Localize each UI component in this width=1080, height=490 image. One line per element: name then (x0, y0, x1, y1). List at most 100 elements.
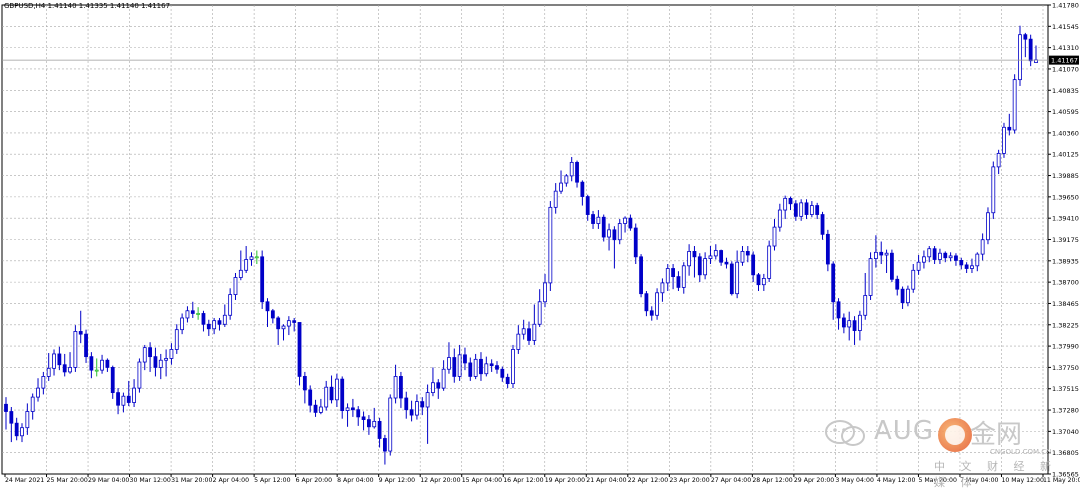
candle-body (196, 313, 201, 315)
candle-body (302, 376, 307, 391)
candle-body (463, 354, 467, 364)
candle-body (30, 396, 35, 412)
y-tick-label: 1.40125 (1052, 151, 1079, 159)
candle-body (201, 313, 206, 325)
candle-body (767, 245, 772, 279)
candle-body (73, 331, 78, 368)
candle-body (340, 378, 345, 411)
y-tick-label: 1.41780 (1052, 2, 1079, 10)
candle-body (14, 422, 19, 437)
candle-body (164, 358, 169, 361)
candle-body (484, 363, 489, 375)
candle-body (804, 202, 809, 215)
candle-body (692, 251, 697, 258)
candle-body (260, 256, 265, 303)
candle-body (639, 256, 643, 295)
x-tick-label: 8 Apr 04:00 (337, 477, 373, 484)
candle-body (174, 329, 179, 350)
candle-body (601, 216, 606, 238)
y-tick-label: 1.39650 (1052, 193, 1079, 201)
candle-body (943, 252, 948, 259)
candle-body (457, 354, 462, 377)
candle-body (361, 416, 366, 420)
candle-body (276, 317, 281, 330)
candle-body (895, 278, 900, 290)
candle-body (489, 363, 494, 367)
candle-body (863, 295, 868, 316)
candle-body (1002, 126, 1006, 154)
y-tick-label: 1.37990 (1052, 343, 1079, 351)
candle-body (815, 205, 820, 215)
candle-body (350, 407, 355, 411)
candle-body (249, 256, 254, 260)
candle-body (857, 314, 862, 331)
candle-body (916, 261, 921, 271)
candle-body (318, 406, 323, 413)
candle-body (126, 395, 131, 403)
y-tick-label: 1.41545 (1052, 23, 1079, 31)
candle-body (84, 333, 88, 358)
candle-body (46, 367, 51, 377)
candle-body (356, 409, 361, 418)
x-tick-label: 30 Mar 12:00 (130, 477, 171, 484)
candle-body (132, 387, 136, 403)
candle-body (884, 252, 889, 256)
candle-body (548, 206, 553, 284)
candle-body (148, 347, 152, 358)
y-tick-label: 1.38225 (1052, 321, 1079, 329)
candle-body (420, 401, 425, 408)
candle-body (607, 229, 611, 238)
candle-body (25, 411, 30, 429)
candle-body (121, 395, 126, 406)
candle-body (527, 328, 531, 341)
candle-body (393, 376, 398, 399)
candle-body (36, 387, 40, 398)
candle-body (367, 419, 371, 428)
watermark-tagline: 中 文 财 经 新 媒 体 (934, 460, 1057, 489)
candle-body (1007, 126, 1012, 131)
candle-body (532, 323, 537, 341)
candle-body (932, 248, 937, 260)
candle-body (505, 376, 510, 385)
candle-body (479, 358, 483, 375)
y-tick-label: 1.39410 (1052, 215, 1079, 223)
y-tick-label: 1.40595 (1052, 108, 1079, 116)
watermark: AUG 金网 CNGOLD.COM.CN 中 文 财 经 新 媒 体 (814, 408, 1074, 489)
x-tick-label: 12 Apr 20:00 (420, 477, 460, 484)
candle-body (740, 251, 745, 263)
candle-body (847, 320, 852, 328)
candle-body (713, 250, 718, 257)
candle-body (222, 314, 227, 325)
candle-body (100, 359, 104, 371)
candle-body (873, 251, 878, 260)
candle-body (217, 320, 222, 325)
candle-body (825, 233, 830, 265)
candle-body (938, 252, 942, 260)
wechat-icon (825, 420, 865, 446)
candle-body (660, 282, 665, 294)
candle-body (57, 353, 62, 366)
candle-body (697, 256, 702, 276)
candle-body (841, 317, 846, 328)
candle-body (297, 322, 302, 377)
x-tick-label: 25 Mar 20:00 (47, 477, 88, 484)
candle-body (735, 261, 740, 295)
x-tick-label: 29 Apr 20:00 (794, 477, 834, 484)
candle-body (729, 263, 734, 295)
y-tick-label: 1.40360 (1052, 129, 1079, 137)
watermark-brand-latin: AUG (874, 416, 934, 446)
candle-body (788, 197, 793, 205)
candle-body (345, 407, 350, 411)
x-tick-label: 19 Apr 20:00 (545, 477, 585, 484)
x-tick-label: 31 Mar 20:00 (171, 477, 212, 484)
candle-body (569, 161, 574, 177)
candle-body (212, 320, 217, 330)
candle-body (308, 389, 313, 406)
candle-body (564, 175, 569, 184)
candle-body (959, 260, 964, 266)
x-tick-label: 4 May 12:00 (877, 477, 916, 484)
candle-body (991, 166, 996, 214)
candle-body (372, 420, 377, 428)
candle-body (580, 181, 585, 197)
candle-body (68, 367, 72, 373)
